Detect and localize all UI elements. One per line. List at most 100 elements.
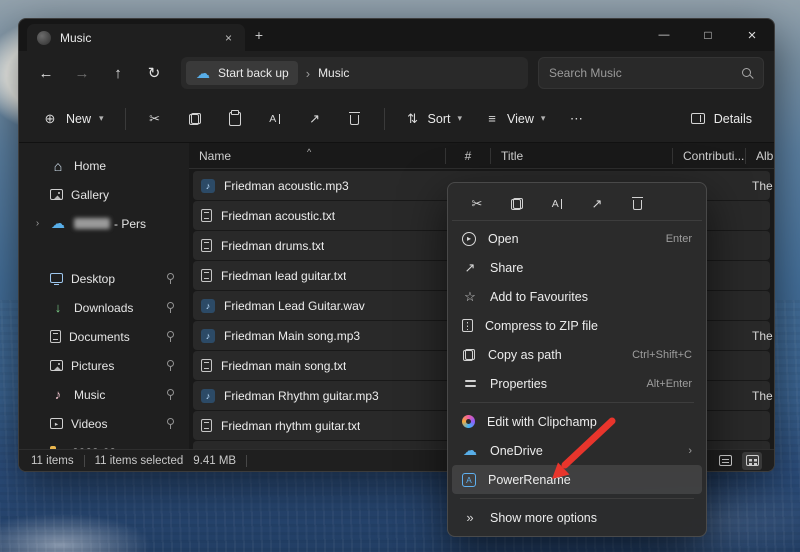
tab-close-icon[interactable]: × (222, 31, 235, 45)
delete-button[interactable] (624, 191, 650, 217)
up-button[interactable]: ↑ (101, 57, 135, 89)
search-box[interactable]: Search Music (538, 57, 764, 89)
chevron-down-icon: ▾ (541, 113, 546, 124)
tab-music[interactable]: Music × (27, 24, 245, 51)
column-header-1[interactable]: # (446, 148, 491, 164)
sort-label: Sort (428, 112, 451, 126)
more-options-button[interactable]: ⋯ (557, 102, 595, 136)
downloads-icon: ↓ (50, 300, 66, 316)
maximize-button[interactable]: □ (686, 19, 730, 51)
documents-icon (50, 330, 61, 343)
new-label: New (66, 112, 91, 126)
powerrename-icon: A (462, 473, 476, 487)
menu-item-share[interactable]: ↗Share (452, 253, 702, 282)
menu-shortcut: Alt+Enter (646, 378, 692, 390)
file-name-cell: ♪Friedman acoustic.mp3 (193, 179, 448, 193)
details-pane-icon (691, 113, 705, 124)
minimize-button[interactable]: — (642, 19, 686, 51)
navigation-pane: ⌂HomeGallery›☁- Pers Desktop ↓ Downloads Doc… (19, 143, 189, 449)
ellipsis-icon: ⋯ (568, 111, 584, 127)
forward-button[interactable]: → (65, 57, 99, 89)
text-file-icon (201, 209, 212, 222)
rename-icon (549, 196, 565, 212)
show-more-options-icon: » (462, 510, 478, 526)
copy-button[interactable] (504, 191, 530, 217)
large-icons-view-toggle[interactable] (742, 452, 762, 470)
menu-item-copy-as-path[interactable]: Copy as pathCtrl+Shift+C (452, 340, 702, 369)
delete-button[interactable] (336, 102, 374, 136)
close-button[interactable]: × (730, 19, 774, 51)
navigation-bar: ← → ↑ ↻ ☁ Start back up › Music Search M… (19, 51, 774, 95)
rename-button[interactable] (544, 191, 570, 217)
copy-button[interactable] (176, 102, 214, 136)
scissors-icon: ✂ (147, 111, 163, 127)
file-name-cell: ♪Friedman Rhythm guitar.mp3 (193, 389, 448, 403)
column-header-4[interactable]: Alb (746, 148, 774, 164)
cut-button[interactable]: ✂ (464, 191, 490, 217)
share-icon: ↗ (589, 196, 605, 212)
search-placeholder: Search Music (549, 66, 741, 80)
sidebar-item-label: Downloads (74, 301, 157, 315)
file-album-cell: The (748, 329, 773, 343)
pin-icon (165, 360, 175, 371)
annotation-arrow (538, 413, 623, 488)
pictures-icon (50, 360, 63, 371)
sidebar-item-gallery[interactable]: Gallery (25, 180, 183, 209)
menu-item-show-more-options[interactable]: » Show more options (452, 503, 702, 532)
rename-button[interactable] (256, 102, 294, 136)
breadcrumb-location[interactable]: Music (318, 66, 349, 80)
new-icon: ⊕ (42, 111, 58, 127)
paste-icon (229, 112, 241, 126)
trash-icon (349, 112, 360, 125)
column-header-0[interactable]: Name^ (189, 148, 446, 164)
sidebar-item-label: Desktop (71, 272, 157, 286)
text-file-icon (201, 239, 212, 252)
file-name-cell: ♪Friedman Main song.mp3 (193, 329, 448, 343)
sort-button[interactable]: ⇅ Sort ▾ (395, 102, 472, 136)
menu-item-add-to-favourites[interactable]: ☆Add to Favourites (452, 282, 702, 311)
window-controls: — □ × (642, 19, 774, 51)
view-toggles (715, 452, 762, 470)
toolbar-divider (125, 108, 126, 130)
menu-item-properties[interactable]: Properties Alt+Enter (452, 369, 702, 398)
add-to-favourites-icon: ☆ (462, 289, 478, 305)
share-button[interactable]: ↗ (296, 102, 334, 136)
sidebar-item-pictures[interactable]: Pictures (25, 351, 183, 380)
back-button[interactable]: ← (29, 57, 63, 89)
file-name: Friedman drums.txt (221, 239, 324, 253)
menu-item-label: Properties (490, 377, 634, 391)
refresh-button[interactable]: ↻ (137, 57, 171, 89)
sidebar-item-downloads[interactable]: ↓ Downloads (25, 293, 183, 322)
column-header-2[interactable]: Title (491, 148, 673, 164)
details-button[interactable]: Details (681, 102, 762, 136)
new-button[interactable]: ⊕ New ▾ (31, 102, 115, 136)
tab-icon (37, 31, 51, 45)
share-button[interactable]: ↗ (584, 191, 610, 217)
file-name: Friedman Rhythm guitar.mp3 (224, 389, 379, 403)
sidebar-item-music[interactable]: ♪Music (25, 380, 183, 409)
sidebar-item-videos[interactable]: ▸Videos (25, 409, 183, 438)
sidebar-item-documents[interactable]: Documents (25, 322, 183, 351)
text-file-icon (201, 419, 212, 432)
open-icon: ▸ (462, 232, 476, 246)
view-button[interactable]: ≡ View ▾ (474, 102, 555, 136)
paste-button[interactable] (216, 102, 254, 136)
menu-item-open[interactable]: ▸OpenEnter (452, 224, 702, 253)
copy-icon (510, 197, 524, 211)
new-tab-button[interactable]: + (245, 27, 273, 43)
cut-button[interactable]: ✂ (136, 102, 174, 136)
edit-with-clipchamp-icon (462, 415, 475, 428)
start-backup-button[interactable]: ☁ Start back up (186, 61, 298, 85)
details-view-toggle[interactable] (715, 452, 735, 470)
sidebar-item-desktop[interactable]: Desktop (25, 264, 183, 293)
sidebar-item-onedrive-personal[interactable]: ›☁- Pers (25, 209, 183, 238)
column-header-3[interactable]: Contributi... (673, 148, 746, 164)
menu-item-label: Show more options (490, 511, 680, 525)
home-icon: ⌂ (50, 158, 66, 174)
file-name-cell: Friedman drums.txt (193, 239, 448, 253)
sidebar-item-label: Pictures (71, 359, 157, 373)
search-icon (741, 67, 753, 79)
sidebar-item-home[interactable]: ⌂Home (25, 151, 183, 180)
menu-item-compress-to-zip[interactable]: Compress to ZIP file (452, 311, 702, 340)
selection-size: 9.41 MB (193, 455, 236, 467)
